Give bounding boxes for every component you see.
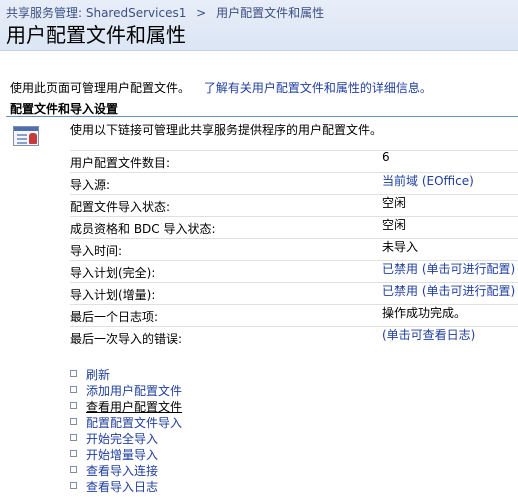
bullet-icon bbox=[70, 418, 77, 425]
property-value: 6 bbox=[382, 150, 390, 164]
property-row-incremental-import-schedule: 导入计划(增量): 已禁用 (单击可进行配置) bbox=[70, 282, 518, 302]
property-label: 最后一次导入的错误: bbox=[70, 332, 183, 346]
property-row-profile-count: 用户配置文件数目: 6 bbox=[70, 150, 518, 170]
bullet-icon bbox=[70, 370, 77, 377]
property-value: 空闲 bbox=[382, 196, 407, 210]
property-value: 空闲 bbox=[382, 218, 407, 232]
bullet-icon bbox=[70, 402, 77, 409]
page-header: 共享服务管理: SharedServices1 > 用户配置文件和属性 用户配置… bbox=[0, 0, 518, 51]
property-label: 最后一个日志项: bbox=[70, 310, 159, 324]
section-title: 配置文件和导入设置 bbox=[10, 102, 119, 116]
intro-text: 使用此页面可管理用户配置文件。 bbox=[10, 81, 191, 95]
property-row-full-import-schedule: 导入计划(完全): 已禁用 (单击可进行配置) bbox=[70, 260, 518, 280]
action-label[interactable]: 查看导入连接 bbox=[86, 462, 158, 479]
property-row-import-time: 导入时间: 未导入 bbox=[70, 238, 518, 258]
bullet-icon bbox=[70, 482, 77, 489]
action-label[interactable]: 开始完全导入 bbox=[86, 430, 158, 447]
action-label[interactable]: 查看用户配置文件 bbox=[86, 398, 182, 415]
action-label[interactable]: 刷新 bbox=[86, 366, 110, 383]
action-label[interactable]: 添加用户配置文件 bbox=[86, 382, 182, 399]
property-label: 用户配置文件数目: bbox=[70, 156, 171, 170]
property-row-import-source: 导入源: 当前域 (EOffice) bbox=[70, 172, 518, 192]
action-label[interactable]: 查看导入日志 bbox=[86, 478, 158, 495]
property-row-profile-import-status: 配置文件导入状态: 空闲 bbox=[70, 194, 518, 214]
property-row-last-import-errors: 最后一次导入的错误: (单击可查看日志) bbox=[70, 326, 518, 346]
property-value: 操作成功完成。 bbox=[382, 306, 467, 320]
breadcrumb-shared-services-link[interactable]: 共享服务管理: SharedServices1 bbox=[6, 6, 186, 20]
breadcrumb-current: 用户配置文件和属性 bbox=[216, 6, 325, 20]
action-label[interactable]: 开始增量导入 bbox=[86, 446, 158, 463]
bullet-icon bbox=[70, 466, 77, 473]
property-label: 导入源: bbox=[70, 178, 111, 192]
section-divider bbox=[6, 116, 518, 117]
bullet-icon bbox=[70, 386, 77, 393]
breadcrumb-separator: > bbox=[196, 6, 207, 20]
user-profile-settings-icon bbox=[13, 126, 39, 146]
bullet-icon bbox=[70, 434, 77, 441]
full-import-schedule-link[interactable]: 已禁用 (单击可进行配置) bbox=[382, 260, 515, 277]
bullet-icon bbox=[70, 450, 77, 457]
property-value: 未导入 bbox=[382, 240, 419, 254]
property-label: 配置文件导入状态: bbox=[70, 200, 171, 214]
property-label: 导入计划(增量): bbox=[70, 288, 156, 302]
action-label[interactable]: 配置配置文件导入 bbox=[86, 414, 182, 431]
property-label: 导入计划(完全): bbox=[70, 266, 156, 280]
incremental-import-schedule-link[interactable]: 已禁用 (单击可进行配置) bbox=[382, 282, 515, 299]
property-label: 成员资格和 BDC 导入状态: bbox=[70, 222, 216, 236]
property-row-last-log-entry: 最后一个日志项: 操作成功完成。 bbox=[70, 304, 518, 324]
property-label: 导入时间: bbox=[70, 244, 123, 258]
learn-more-link[interactable]: 了解有关用户配置文件和属性的详细信息。 bbox=[204, 81, 432, 95]
section-description: 使用以下链接可管理此共享服务提供程序的用户配置文件。 bbox=[70, 123, 383, 137]
import-source-link[interactable]: 当前域 (EOffice) bbox=[382, 172, 474, 189]
view-log-link[interactable]: (单击可查看日志) bbox=[382, 326, 475, 343]
property-row-bdc-import-status: 成员资格和 BDC 导入状态: 空闲 bbox=[70, 216, 518, 236]
intro: 使用此页面可管理用户配置文件。 了解有关用户配置文件和属性的详细信息。 bbox=[10, 79, 432, 96]
page-title: 用户配置文件和属性 bbox=[6, 23, 186, 47]
